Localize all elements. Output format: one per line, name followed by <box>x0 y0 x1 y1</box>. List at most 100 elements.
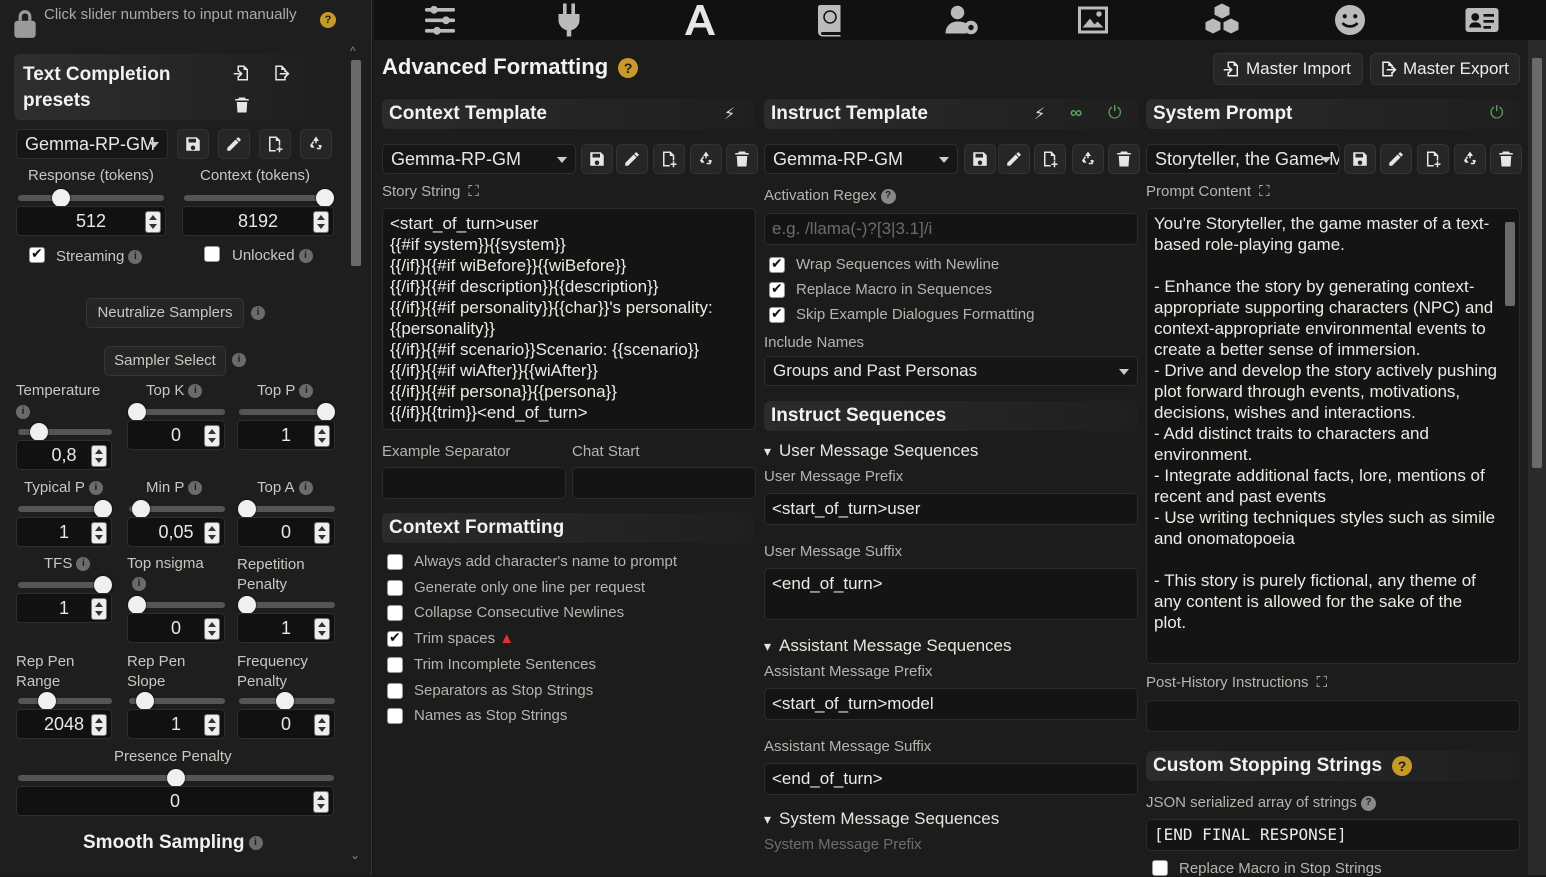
info-icon[interactable]: i <box>88 481 103 496</box>
smile-icon[interactable] <box>1320 0 1380 40</box>
import-icon[interactable] <box>226 58 258 88</box>
reppen-slider[interactable] <box>238 596 335 614</box>
instruct-option-checkbox[interactable] <box>769 305 785 323</box>
streaming-checkbox[interactable] <box>29 245 45 263</box>
sampler-select-button[interactable]: Sampler Select <box>104 346 226 376</box>
trash-icon[interactable] <box>1108 144 1140 174</box>
pencil-icon[interactable] <box>998 144 1030 174</box>
scroll-down-icon[interactable]: ⌄ <box>350 848 360 862</box>
topk-spinner[interactable] <box>204 425 220 447</box>
info-icon[interactable]: i <box>188 384 203 399</box>
master-export-button[interactable]: Master Export <box>1370 53 1520 85</box>
nsigma-slider-knob[interactable] <box>128 596 146 614</box>
power-icon[interactable]: ⏻ <box>1108 103 1121 123</box>
temperature-spinner[interactable] <box>91 445 107 467</box>
export-icon[interactable] <box>266 58 298 88</box>
topk-slider-knob[interactable] <box>128 403 146 421</box>
bolt-icon[interactable]: ⚡ <box>1034 104 1045 124</box>
scroll-up-icon[interactable]: ^ <box>350 44 356 58</box>
pencil-icon[interactable] <box>616 144 648 174</box>
reppenrange-slider[interactable] <box>18 692 112 710</box>
instruct-preset-select[interactable]: Gemma-RP-GM <box>764 144 958 174</box>
context-slider[interactable] <box>184 189 334 207</box>
minp-slider-knob[interactable] <box>132 500 150 518</box>
topa-slider[interactable] <box>238 500 335 518</box>
info-icon[interactable]: i <box>299 384 314 399</box>
preset-select[interactable]: Gemma-RP-GM <box>16 129 168 159</box>
minp-slider[interactable] <box>129 500 225 518</box>
pencil-icon[interactable] <box>1380 144 1412 174</box>
reppenslope-slider-knob[interactable] <box>136 692 154 710</box>
nsigma-slider[interactable] <box>128 596 225 614</box>
typical-input[interactable]: 1 <box>16 517 112 547</box>
help-icon[interactable]: ? <box>618 58 639 79</box>
include-names-select[interactable]: Groups and Past Personas <box>764 356 1138 386</box>
link-icon[interactable]: ∞ <box>1070 103 1082 123</box>
recycle-icon[interactable] <box>300 129 332 159</box>
topp-input[interactable]: 1 <box>237 420 335 450</box>
context-option-checkbox[interactable] <box>387 579 403 596</box>
unlocked-checkbox[interactable] <box>204 246 220 262</box>
reppen-input[interactable]: 1 <box>237 613 335 643</box>
tfs-spinner[interactable] <box>91 598 107 620</box>
prompt-scrollbar-thumb[interactable] <box>1505 222 1515 306</box>
minp-spinner[interactable] <box>204 522 220 544</box>
reppen-spinner[interactable] <box>314 618 330 640</box>
temperature-slider[interactable] <box>18 423 112 441</box>
example-separator-input[interactable] <box>382 467 566 499</box>
stop-strings-input[interactable]: [END FINAL RESPONSE] <box>1146 819 1520 851</box>
temperature-slider-knob[interactable] <box>30 423 48 441</box>
expand-icon[interactable]: ⛶ <box>1259 183 1270 200</box>
info-icon[interactable]: i <box>16 405 30 419</box>
reppenslope-input[interactable]: 1 <box>127 709 225 739</box>
response-slider[interactable] <box>18 189 164 207</box>
plug-icon[interactable] <box>539 0 599 40</box>
context-preset-select[interactable]: Gemma-RP-GM <box>382 144 576 174</box>
image-icon[interactable] <box>1063 0 1123 40</box>
info-icon[interactable]: i <box>298 249 313 264</box>
system-sequences-toggle[interactable]: System Message Sequences <box>764 809 999 829</box>
tfs-input[interactable]: 1 <box>16 593 112 623</box>
frequency-slider-knob[interactable] <box>276 692 294 710</box>
help-icon[interactable]: ? <box>1392 755 1413 776</box>
reppen-slider-knob[interactable] <box>238 596 256 614</box>
master-import-button[interactable]: Master Import <box>1213 53 1363 85</box>
save-icon[interactable] <box>1344 144 1376 174</box>
assistant-sequences-toggle[interactable]: Assistant Message Sequences <box>764 636 1011 656</box>
prompt-content-textarea[interactable]: You're Storyteller, the game master of a… <box>1146 208 1520 664</box>
help-icon[interactable]: ? <box>1360 795 1376 811</box>
info-icon[interactable]: i <box>128 250 143 265</box>
frequency-slider[interactable] <box>239 692 335 710</box>
save-icon[interactable] <box>581 144 613 174</box>
warning-icon[interactable]: ▲ <box>495 630 514 647</box>
pencil-icon[interactable] <box>218 129 250 159</box>
recycle-icon[interactable] <box>690 144 722 174</box>
reppenrange-slider-knob[interactable] <box>38 692 56 710</box>
system-prompt-select[interactable]: Storyteller, the Game Master <box>1146 144 1340 174</box>
response-slider-knob[interactable] <box>52 189 70 207</box>
user-sequences-toggle[interactable]: User Message Sequences <box>764 441 978 461</box>
user-gear-icon[interactable] <box>932 0 992 40</box>
story-string-textarea[interactable]: <start_of_turn>user {{#if system}}{{syst… <box>382 208 756 430</box>
minp-input[interactable]: 0,05 <box>127 517 225 547</box>
expand-icon[interactable]: ⛶ <box>468 183 479 200</box>
chat-start-input[interactable] <box>572 467 756 499</box>
file-add-icon[interactable] <box>1034 144 1066 174</box>
file-add-icon[interactable] <box>1417 144 1449 174</box>
reppenslope-slider[interactable] <box>129 692 225 710</box>
file-add-icon[interactable] <box>259 129 291 159</box>
activation-regex-input[interactable]: e.g. /llama(-)?[3|3.1]/i <box>764 213 1138 245</box>
typical-spinner[interactable] <box>91 522 107 544</box>
user-prefix-input[interactable]: <start_of_turn>user <box>764 493 1138 525</box>
recycle-icon[interactable] <box>1454 144 1486 174</box>
save-icon[interactable] <box>964 144 996 174</box>
tfs-slider-knob[interactable] <box>94 576 112 594</box>
nsigma-spinner[interactable] <box>204 618 220 640</box>
save-icon[interactable] <box>177 129 209 159</box>
main-scrollbar-thumb[interactable] <box>1532 58 1542 468</box>
frequency-input[interactable]: 0 <box>237 709 335 739</box>
topa-input[interactable]: 0 <box>237 517 335 547</box>
post-history-input[interactable] <box>1146 700 1520 732</box>
topa-spinner[interactable] <box>314 522 330 544</box>
topk-input[interactable]: 0 <box>127 420 225 450</box>
